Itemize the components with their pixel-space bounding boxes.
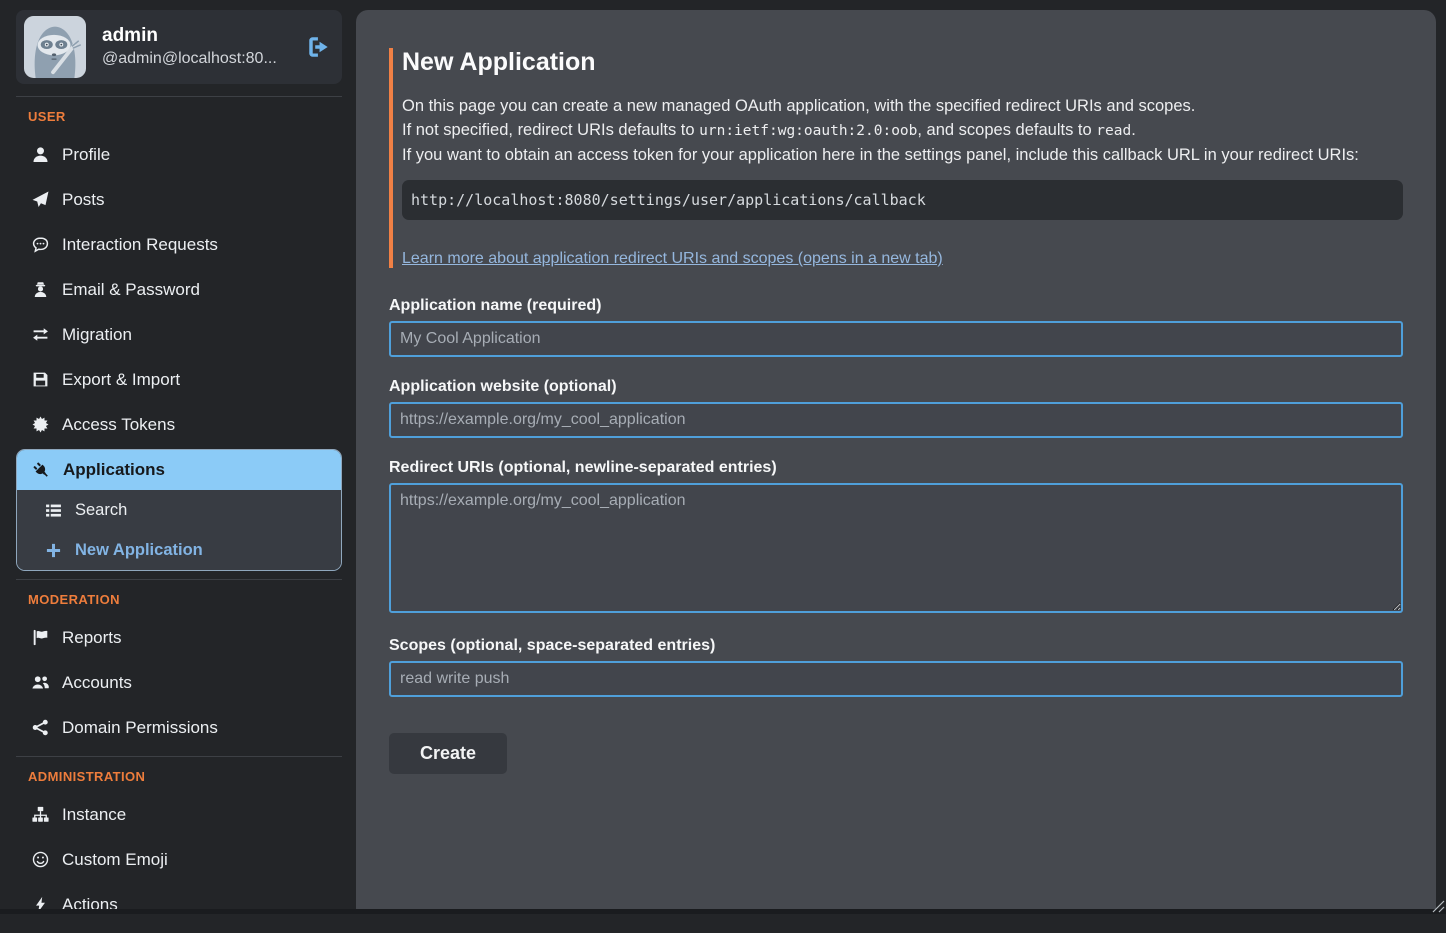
sidebar-item-custom-emoji[interactable]: Custom Emoji xyxy=(16,837,342,882)
sidebar: admin @admin@localhost:80... USER Profil… xyxy=(0,0,356,933)
sidebar-item-email-password[interactable]: Email & Password xyxy=(16,267,342,312)
nav-section-administration: ADMINISTRATION Instance xyxy=(16,756,342,927)
redirect-uris-field: Redirect URIs (optional, newline-separat… xyxy=(389,459,1403,613)
certificate-icon xyxy=(30,416,50,433)
desc-line-1: On this page you can create a new manage… xyxy=(402,97,1195,115)
paper-plane-icon xyxy=(30,191,50,208)
redirect-uris-label: Redirect URIs (optional, newline-separat… xyxy=(389,459,1403,477)
sidebar-item-search[interactable]: Search xyxy=(17,490,341,530)
sidebar-item-label: Applications xyxy=(63,460,165,480)
users-icon xyxy=(30,674,50,691)
learn-more-link[interactable]: Learn more about application redirect UR… xyxy=(402,250,943,267)
page-header: New Application On this page you can cre… xyxy=(389,48,1403,268)
sidebar-item-label: Custom Emoji xyxy=(62,850,168,870)
section-header-user: USER xyxy=(16,107,342,132)
flag-icon xyxy=(30,629,50,646)
sidebar-item-label: Export & Import xyxy=(62,370,180,390)
sidebar-item-label: Search xyxy=(75,501,127,520)
nav-section-moderation: MODERATION Reports Accounts xyxy=(16,579,342,750)
applications-group: Applications Search xyxy=(16,449,342,571)
applications-subnav: Search New Application xyxy=(17,490,341,570)
user-names: admin @admin@localhost:80... xyxy=(102,24,290,70)
sign-out-icon[interactable] xyxy=(306,34,332,60)
create-button[interactable]: Create xyxy=(389,733,507,774)
sidebar-item-label: Email & Password xyxy=(62,280,200,300)
desc-line-2-end: . xyxy=(1131,121,1136,139)
inline-code-read: read xyxy=(1096,123,1131,139)
username: admin xyxy=(102,24,290,48)
redirect-uris-textarea[interactable] xyxy=(389,483,1403,613)
desc-line-3: If you want to obtain an access token fo… xyxy=(402,146,1359,164)
sidebar-item-migration[interactable]: Migration xyxy=(16,312,342,357)
sidebar-item-label: Domain Permissions xyxy=(62,718,218,738)
page-title: New Application xyxy=(402,48,1403,77)
user-icon xyxy=(30,146,50,163)
sidebar-item-label: Access Tokens xyxy=(62,415,175,435)
sidebar-item-access-tokens[interactable]: Access Tokens xyxy=(16,402,342,447)
sidebar-item-export-import[interactable]: Export & Import xyxy=(16,357,342,402)
sidebar-item-accounts[interactable]: Accounts xyxy=(16,660,342,705)
user-handle: @admin@localhost:80... xyxy=(102,48,290,70)
window-bottom-edge xyxy=(0,909,1446,914)
list-icon xyxy=(43,502,63,519)
inline-code-oob: urn:ietf:wg:oauth:2.0:oob xyxy=(699,123,917,139)
floppy-icon xyxy=(30,371,50,388)
application-website-input[interactable] xyxy=(389,402,1403,438)
sidebar-item-reports[interactable]: Reports xyxy=(16,615,342,660)
sidebar-item-actions[interactable]: Actions xyxy=(16,882,342,927)
user-card[interactable]: admin @admin@localhost:80... xyxy=(16,10,342,84)
sidebar-item-label: Migration xyxy=(62,325,132,345)
share-alt-icon xyxy=(30,719,50,736)
scopes-input[interactable] xyxy=(389,661,1403,697)
sidebar-item-interaction-requests[interactable]: Interaction Requests xyxy=(16,222,342,267)
sidebar-item-applications[interactable]: Applications xyxy=(17,450,341,490)
sidebar-item-label: Accounts xyxy=(62,673,132,693)
application-name-input[interactable] xyxy=(389,321,1403,357)
application-website-label: Application website (optional) xyxy=(389,378,1403,396)
desc-line-2-mid: , and scopes defaults to xyxy=(917,121,1096,139)
sloth-avatar xyxy=(24,16,86,78)
section-header-administration: ADMINISTRATION xyxy=(16,767,342,792)
window-resize-grip[interactable] xyxy=(1432,900,1445,913)
section-header-moderation: MODERATION xyxy=(16,590,342,615)
sidebar-item-domain-permissions[interactable]: Domain Permissions xyxy=(16,705,342,750)
sidebar-item-label: Reports xyxy=(62,628,122,648)
scopes-field: Scopes (optional, space-separated entrie… xyxy=(389,637,1403,697)
sidebar-item-label: Posts xyxy=(62,190,105,210)
application-name-field: Application name (required) xyxy=(389,297,1403,357)
plus-icon xyxy=(43,542,63,559)
nav-section-user: USER Profile Posts Interaction Requests xyxy=(16,96,342,571)
scopes-label: Scopes (optional, space-separated entrie… xyxy=(389,637,1403,655)
sitemap-icon xyxy=(30,806,50,823)
user-secret-icon xyxy=(30,281,50,298)
smile-icon xyxy=(30,851,50,868)
sidebar-item-posts[interactable]: Posts xyxy=(16,177,342,222)
application-name-label: Application name (required) xyxy=(389,297,1403,315)
callback-url-code-block: http://localhost:8080/settings/user/appl… xyxy=(402,180,1403,220)
plug-icon xyxy=(31,462,51,479)
sidebar-item-profile[interactable]: Profile xyxy=(16,132,342,177)
comment-dots-icon xyxy=(30,236,50,253)
sidebar-item-label: Interaction Requests xyxy=(62,235,218,255)
sidebar-item-label: New Application xyxy=(75,541,203,560)
main-panel: New Application On this page you can cre… xyxy=(356,10,1436,914)
application-website-field: Application website (optional) xyxy=(389,378,1403,438)
sidebar-item-label: Profile xyxy=(62,145,110,165)
exchange-icon xyxy=(30,326,50,343)
desc-line-2-pre: If not specified, redirect URIs defaults… xyxy=(402,121,699,139)
sidebar-item-instance[interactable]: Instance xyxy=(16,792,342,837)
sidebar-item-new-application[interactable]: New Application xyxy=(17,530,341,570)
new-application-form: Application name (required) Application … xyxy=(389,297,1403,774)
sidebar-item-label: Instance xyxy=(62,805,126,825)
page-description: On this page you can create a new manage… xyxy=(402,94,1403,167)
